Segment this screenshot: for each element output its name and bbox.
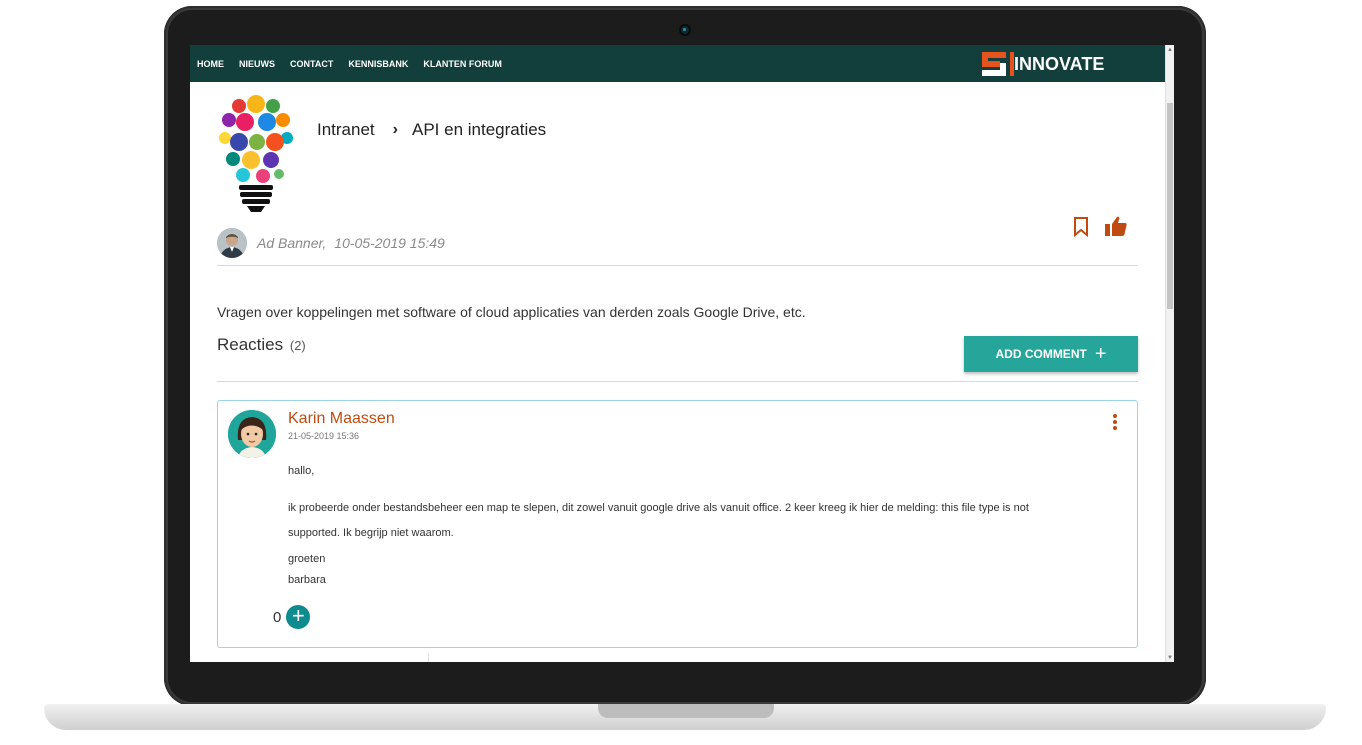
post-meta: Ad Banner, 10-05-2019 15:49 — [257, 235, 445, 251]
main-content: Intranet › API en integraties Ad Banner,… — [190, 82, 1165, 662]
comment-author[interactable]: Karin Maassen — [288, 410, 395, 428]
scroll-down-icon[interactable]: ▼ — [1167, 655, 1173, 661]
nav-item-contact[interactable]: CONTACT — [290, 59, 333, 69]
post-date: 10-05-2019 15:49 — [334, 235, 445, 251]
comment-card: Karin Maassen 21-05-2019 15:36 hallo, ik… — [217, 400, 1138, 648]
screen: HOME NIEUWS CONTACT KENNISBANK KLANTEN F… — [190, 45, 1174, 662]
comment-closing-1: groeten — [288, 553, 326, 565]
add-comment-button[interactable]: ADD COMMENT + — [964, 336, 1138, 372]
chevron-right-icon: › — [392, 121, 398, 138]
post-author[interactable]: Ad Banner, — [257, 235, 326, 251]
post-author-row: Ad Banner, 10-05-2019 15:49 — [217, 228, 445, 258]
navbar: HOME NIEUWS CONTACT KENNISBANK KLANTEN F… — [190, 45, 1165, 82]
nav-item-nieuws[interactable]: NIEUWS — [239, 59, 275, 69]
upvote-button[interactable]: + — [286, 605, 311, 629]
more-vert-icon[interactable] — [1111, 414, 1119, 434]
breadcrumb-root[interactable]: Intranet — [317, 120, 375, 140]
comments-divider — [217, 381, 1138, 382]
logo-text: INNOVATE — [1014, 53, 1105, 74]
comments-label: Reacties — [217, 335, 284, 354]
comments-heading: Reacties (2) — [217, 335, 306, 355]
comment-greeting: hallo, — [288, 465, 315, 477]
comment-date: 21-05-2019 15:36 — [288, 431, 360, 441]
brand-logo[interactable]: INNOVATE — [980, 48, 1104, 80]
breadcrumb: Intranet › API en integraties — [317, 120, 546, 140]
comment-closing-2: barbara — [288, 574, 326, 586]
author-avatar-image — [217, 228, 247, 258]
comment-body-line-1: ik probeerde onder bestandsbeheer een ma… — [288, 502, 1029, 514]
add-comment-label: ADD COMMENT — [995, 347, 1087, 361]
scroll-up-icon[interactable]: ▲ — [1167, 47, 1173, 53]
post-description: Vragen over koppelingen met software of … — [217, 304, 806, 320]
comment-votes: 0 + — [273, 605, 311, 629]
page-divider — [428, 653, 429, 662]
plus-icon: + — [1094, 343, 1107, 365]
post-divider — [217, 265, 1138, 266]
laptop-base-notch — [598, 704, 774, 718]
innovate-logo-icon — [982, 52, 1014, 76]
scroll-thumb[interactable] — [1167, 103, 1173, 309]
avatar — [228, 410, 276, 458]
commenter-avatar-image — [228, 410, 276, 458]
nav-item-home[interactable]: HOME — [197, 59, 224, 69]
webcam — [681, 26, 689, 34]
breadcrumb-current: API en integraties — [411, 120, 547, 139]
scrollbar[interactable]: ▲ ▼ — [1165, 45, 1174, 662]
thumbs-up-icon[interactable] — [1104, 215, 1128, 237]
comments-count: (2) — [289, 338, 306, 353]
avatar — [217, 228, 247, 258]
nav-menu: HOME NIEUWS CONTACT KENNISBANK KLANTEN F… — [197, 45, 502, 82]
nav-item-klanten-forum[interactable]: KLANTEN FORUM — [423, 59, 502, 69]
vote-count: 0 — [273, 608, 282, 626]
nav-item-kennisbank[interactable]: KENNISBANK — [348, 59, 408, 69]
bookmark-icon[interactable] — [1073, 217, 1089, 237]
lightbulb-icon — [219, 95, 293, 212]
comment-body-line-2: supported. Ik begrijp niet waarom. — [288, 527, 454, 539]
